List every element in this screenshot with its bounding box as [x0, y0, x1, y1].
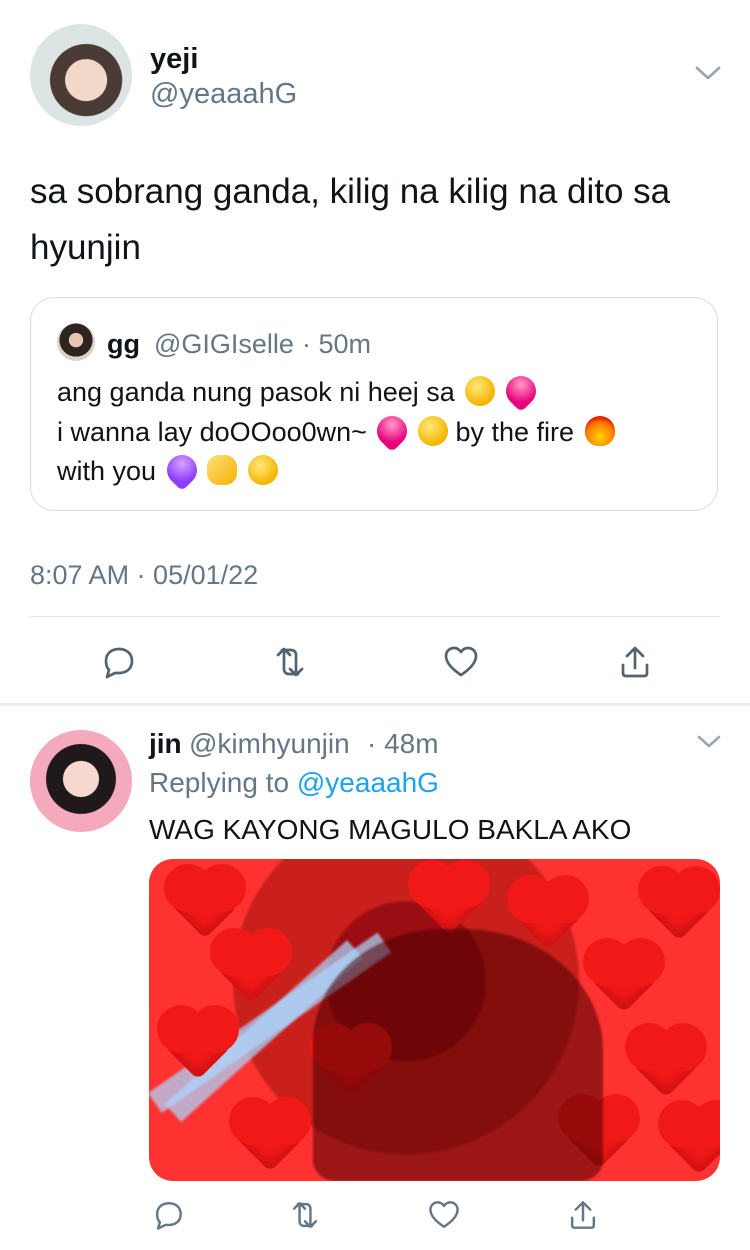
- heart-decoration: [665, 1107, 720, 1175]
- avatar[interactable]: [30, 730, 132, 832]
- reply-text: WAG KAYONG MAGULO BAKLA AKO: [149, 814, 632, 845]
- tweet-text: sa sobrang ganda, kilig na kilig na dito…: [30, 172, 671, 267]
- chevron-down-icon[interactable]: [694, 63, 722, 83]
- quote-author-handle[interactable]: @GIGIselle: [154, 327, 294, 361]
- weary-face-icon: [465, 376, 496, 406]
- heart-decoration: [514, 882, 582, 950]
- share-icon[interactable]: [614, 641, 656, 683]
- heart-decoration: [590, 945, 658, 1013]
- quote-line-1: ang ganda nung pasok ni heej sa: [57, 369, 543, 413]
- person-silhouette: [313, 929, 603, 1181]
- thread-separator: [0, 703, 750, 706]
- quote-text: ang ganda nung pasok ni heej sa: [57, 377, 455, 407]
- fire-icon: [584, 416, 615, 446]
- quote-line-3: with you: [57, 448, 278, 492]
- quote-text: i wanna lay doOOoo0wn~: [57, 417, 367, 447]
- reply-icon[interactable]: [149, 1196, 187, 1234]
- avatar[interactable]: [30, 24, 132, 126]
- like-icon[interactable]: [440, 641, 482, 683]
- reply-time: · 48m: [367, 728, 439, 759]
- divider: [30, 616, 720, 617]
- replying-to-label: Replying to @yeaaahG: [149, 766, 439, 800]
- replying-prefix: Replying to: [149, 767, 290, 798]
- heart-with-arrow-icon: [371, 409, 414, 453]
- reply-author-handle[interactable]: @kimhyunjin: [189, 727, 350, 761]
- quoted-tweet-card[interactable]: gg @GIGIselle · 50m ang ganda nung pasok…: [30, 297, 718, 511]
- replying-handle-link[interactable]: @yeaaahG: [297, 767, 439, 798]
- quote-line-2: i wanna lay doOOoo0wn~ by the fire: [57, 409, 615, 453]
- avatar[interactable]: [57, 323, 95, 361]
- share-icon[interactable]: [564, 1196, 602, 1234]
- purple-heart-icon: [160, 448, 203, 492]
- heart-decoration: [415, 867, 483, 935]
- quote-author-name[interactable]: gg: [107, 327, 140, 361]
- pleading-face-icon: [247, 455, 278, 485]
- quote-text: by the fire: [455, 417, 575, 447]
- reply-image[interactable]: [149, 859, 720, 1181]
- reply-icon[interactable]: [97, 641, 139, 683]
- tweet-timestamp[interactable]: 8:07 AM · 05/01/22: [30, 558, 258, 592]
- quote-text: with you: [57, 456, 157, 486]
- like-icon[interactable]: [425, 1196, 463, 1234]
- sparkling-heart-icon: [499, 369, 543, 413]
- flushed-face-icon: [417, 416, 448, 446]
- palms-up-icon: [207, 455, 238, 485]
- retweet-icon[interactable]: [269, 641, 311, 683]
- heart-decoration: [632, 1030, 700, 1098]
- heart-decoration: [236, 1104, 304, 1172]
- quote-time: · 50m: [302, 329, 372, 359]
- reply-author-name[interactable]: jin: [149, 727, 182, 761]
- heart-decoration: [645, 873, 713, 941]
- author-handle[interactable]: @yeaaahG: [150, 77, 297, 111]
- author-name[interactable]: yeji: [150, 42, 198, 76]
- chevron-down-icon[interactable]: [696, 733, 722, 751]
- retweet-icon[interactable]: [286, 1196, 324, 1234]
- heart-decoration: [217, 935, 285, 1003]
